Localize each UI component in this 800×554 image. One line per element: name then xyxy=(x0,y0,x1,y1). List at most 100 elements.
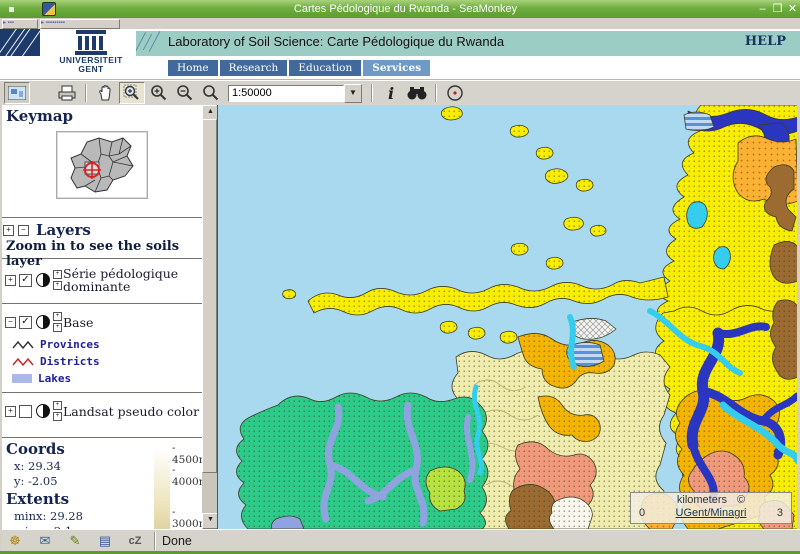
legend-item-districts: Districts xyxy=(12,353,202,370)
tab-home[interactable]: Home xyxy=(168,60,218,76)
minimize-button[interactable]: – xyxy=(755,0,770,18)
elevation-tick: - 4000m xyxy=(172,464,202,488)
close-button[interactable]: ✕ xyxy=(785,0,800,18)
layers-title: Layers xyxy=(32,221,91,239)
elevation-tick: - 4500m xyxy=(172,442,202,466)
legend-label: Provinces xyxy=(40,338,100,351)
main-nav: Home Research Education Services xyxy=(168,60,432,76)
extents-title: Extents xyxy=(2,488,202,508)
legend-item-provinces: Provinces xyxy=(12,336,202,353)
tab-education[interactable]: Education xyxy=(289,60,361,76)
lakes-swatch-icon xyxy=(12,374,32,383)
expand-all-icon[interactable]: + xyxy=(3,225,14,236)
keymap-section: Keymap xyxy=(2,105,202,218)
keymap-graphic[interactable] xyxy=(56,131,148,199)
binoculars-icon xyxy=(406,85,428,101)
ugent-logo: UNIVERSITEIT GENT xyxy=(46,29,136,81)
contrast-icon[interactable] xyxy=(36,273,50,287)
attribution-link[interactable]: UGent/Minagri xyxy=(645,507,777,520)
keymap-icon xyxy=(8,86,26,100)
sidebar-scrollbar[interactable]: ▲ ▼ xyxy=(202,105,217,529)
window-frame-left xyxy=(0,105,2,551)
zoom-out-icon xyxy=(176,84,194,102)
elevation-tick: - 3000m xyxy=(172,506,202,529)
keymap-toggle-button[interactable] xyxy=(4,82,30,104)
legend-label: Lakes xyxy=(38,372,71,385)
logo-text-line2: GENT xyxy=(46,65,136,74)
legend-expander-icon[interactable]: + xyxy=(53,281,62,290)
dropdown-arrow-icon[interactable]: ▼ xyxy=(344,84,362,103)
layer-expander-icon[interactable]: − xyxy=(5,317,16,328)
zoom-out-button[interactable] xyxy=(173,83,197,103)
legend-expander-icon[interactable]: + xyxy=(53,401,62,410)
header-divider xyxy=(0,79,800,80)
search-button[interactable] xyxy=(405,83,429,103)
zoom-extent-button[interactable] xyxy=(199,83,223,103)
districts-line-icon xyxy=(12,357,34,367)
layer-row-landsat: + + + Landsat pseudo color xyxy=(2,393,202,438)
legend-expander-icon[interactable]: + xyxy=(53,270,62,279)
magnifier-icon xyxy=(202,84,220,102)
toolbar-separator xyxy=(85,84,87,102)
layer-checkbox[interactable]: ✓ xyxy=(19,274,32,287)
statusbar-separator xyxy=(154,532,156,550)
identify-button[interactable]: i xyxy=(379,83,403,103)
point-select-button[interactable] xyxy=(443,83,467,103)
circle-dot-icon xyxy=(446,84,464,102)
maximize-button[interactable]: ❒ xyxy=(770,0,785,18)
collapse-all-icon[interactable]: − xyxy=(18,225,29,236)
layer-expander-icon[interactable]: + xyxy=(5,406,16,417)
window-title: Cartes Pédologique du Rwanda - SeaMonkey xyxy=(56,3,755,15)
pan-button[interactable] xyxy=(93,83,117,103)
addressbook-icon[interactable]: ▤ xyxy=(90,533,120,549)
toolbar-separator xyxy=(435,84,437,102)
printer-icon xyxy=(57,84,77,102)
help-link[interactable]: HELP xyxy=(745,34,786,49)
legend-expander-icon[interactable]: + xyxy=(53,412,62,421)
base-legend: Provinces Districts Lakes xyxy=(2,334,202,393)
window-menu-icon[interactable] xyxy=(9,7,14,12)
chatzilla-icon[interactable]: cZ xyxy=(120,535,150,547)
zoom-box-icon xyxy=(123,84,141,102)
elevation-ramp xyxy=(154,448,170,529)
scrollbar-thumb[interactable] xyxy=(202,119,217,473)
zoom-in-button[interactable] xyxy=(147,83,171,103)
navigator-icon[interactable]: ☸ xyxy=(0,533,30,549)
copyright-icon: © xyxy=(737,493,745,507)
zoom-box-button[interactable] xyxy=(119,82,145,104)
provinces-line-icon xyxy=(12,340,34,350)
composer-icon[interactable]: ✎ xyxy=(60,533,90,549)
layer-checkbox[interactable] xyxy=(19,405,32,418)
layer-label[interactable]: Base xyxy=(63,316,93,329)
layer-label[interactable]: Série pédologique dominante xyxy=(63,267,183,293)
page-header: Laboratory of Soil Science: Carte Pédolo… xyxy=(0,29,800,81)
status-bar: ☸ ✉ ✎ ▤ cZ Done xyxy=(0,529,800,552)
banner-decoration xyxy=(0,29,40,56)
scale-combobox[interactable]: 1:50000 ▼ xyxy=(228,84,362,103)
toolbar-separator xyxy=(371,84,373,102)
contrast-icon[interactable] xyxy=(36,315,50,329)
layer-row-base: − ✓ + + Base Provinces xyxy=(2,304,202,393)
toolbar-grippy[interactable]: ▸ ▪▪▪▪▪▪▪▪▪ xyxy=(40,19,120,29)
legend-expander-icon[interactable]: + xyxy=(53,312,62,321)
scale-value[interactable]: 1:50000 xyxy=(228,85,344,102)
legend-expander-icon[interactable]: + xyxy=(53,323,62,332)
contrast-icon[interactable] xyxy=(36,404,50,418)
layer-row-soils: + ✓ + + Série pédologique dominante xyxy=(2,259,202,304)
title-bar[interactable]: Cartes Pédologique du Rwanda - SeaMonkey… xyxy=(0,0,800,18)
zoom-in-icon xyxy=(150,84,168,102)
toolbar-grippy[interactable]: ▸ ▪▪▪ xyxy=(2,19,38,29)
legend-label: Districts xyxy=(40,355,100,368)
layer-expander-icon[interactable]: + xyxy=(5,275,16,286)
page-title: Laboratory of Soil Science: Carte Pédolo… xyxy=(168,34,504,49)
tab-services[interactable]: Services xyxy=(363,60,430,76)
print-button[interactable] xyxy=(55,83,79,103)
keymap-title: Keymap xyxy=(2,105,202,125)
mail-icon[interactable]: ✉ xyxy=(30,533,60,549)
tab-research[interactable]: Research xyxy=(220,60,288,76)
layer-checkbox[interactable]: ✓ xyxy=(19,316,32,329)
content-area: Keymap + − Layers Z xyxy=(0,105,800,529)
map-viewport[interactable]: kilometers © 0 UGent/Minagri 3 xyxy=(217,105,798,529)
layer-label[interactable]: Landsat pseudo color xyxy=(63,405,199,418)
coords-section: Coords x: 29.34 y: -2.05 Extents minx: 2… xyxy=(2,438,202,529)
